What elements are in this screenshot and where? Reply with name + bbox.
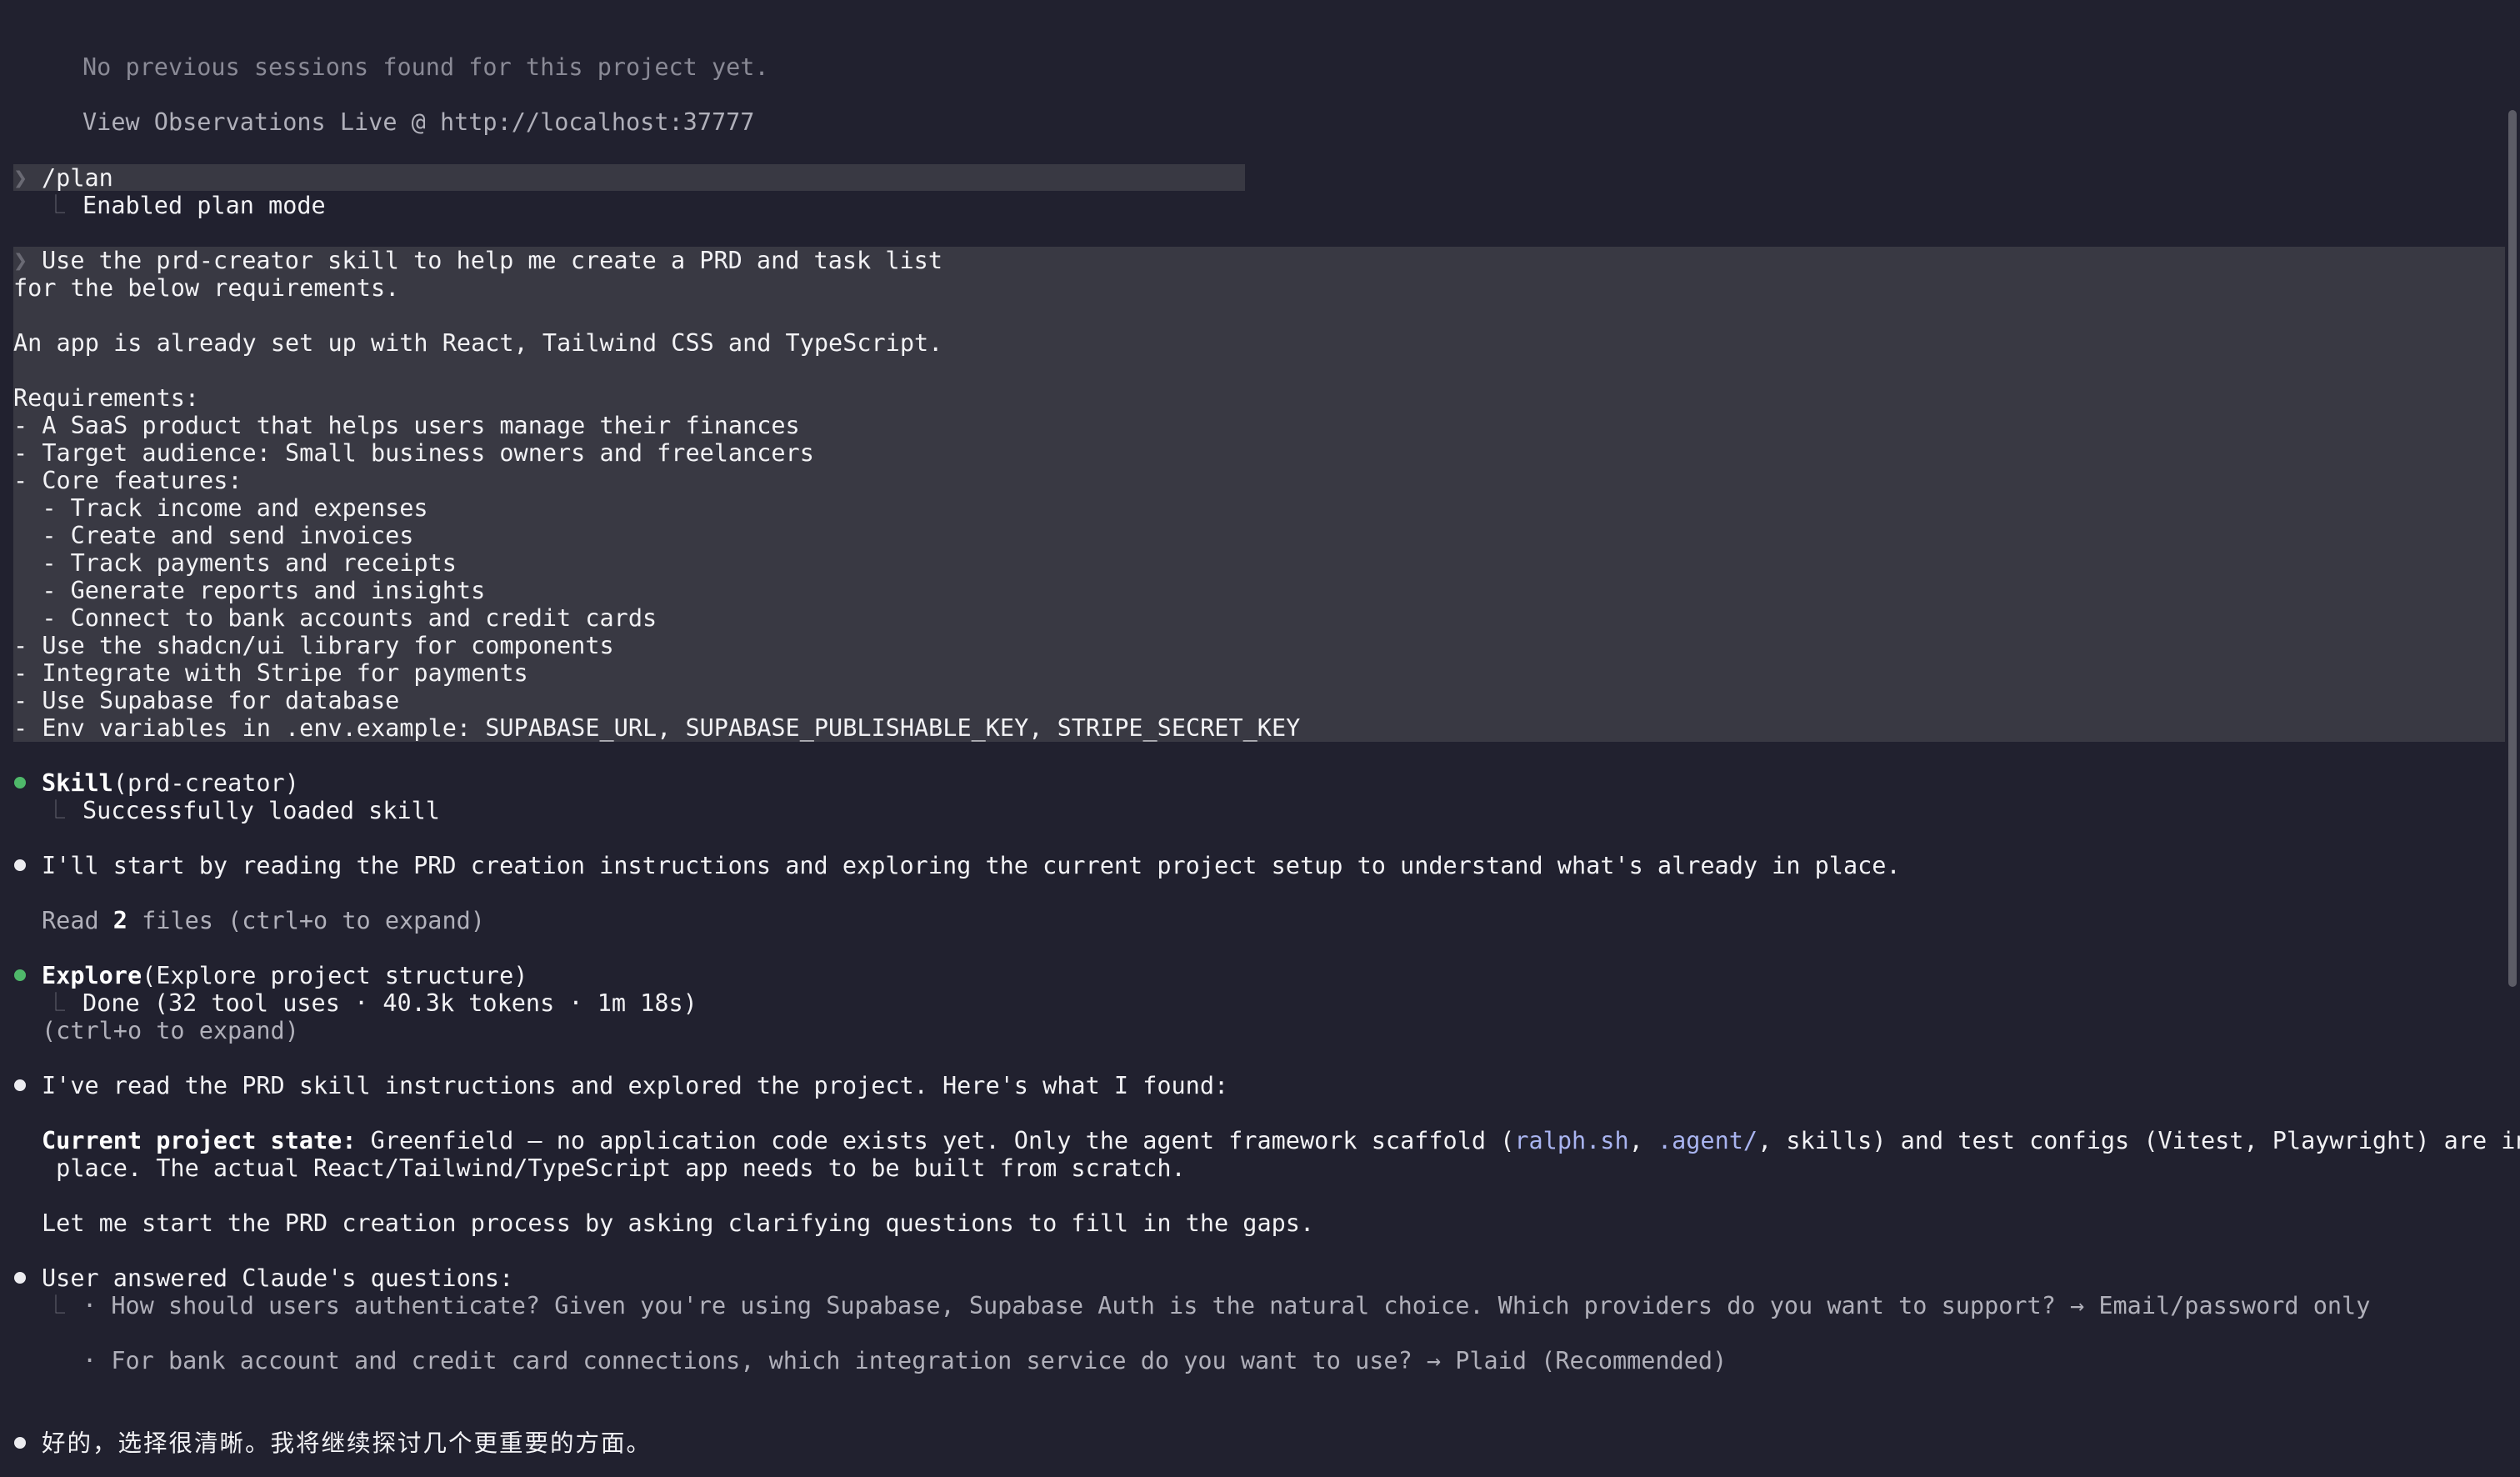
user-prompt-line: - Track payments and receipts	[13, 549, 457, 577]
message-dot-icon	[14, 1079, 26, 1091]
user-prompt-line: - A SaaS product that helps users manage…	[13, 412, 800, 439]
observations-text: View Observations Live @ http://localhos…	[82, 108, 755, 136]
user-prompt-line: - Env variables in .env.example: SUPABAS…	[13, 714, 1301, 742]
expand-hint[interactable]: (ctrl+o to expand)	[42, 1017, 299, 1044]
skill-call: Skill(prd-creator)	[42, 769, 299, 797]
message-dot-icon	[14, 1272, 26, 1284]
assistant-message: Let me start the PRD creation process by…	[42, 1209, 1315, 1237]
success-dot-icon	[14, 969, 26, 981]
user-prompt-line: - Use Supabase for database	[13, 687, 400, 714]
message-dot-icon	[14, 1437, 26, 1449]
agent-dir-link[interactable]: .agent/	[1658, 1127, 1758, 1154]
project-state-line: Current project state: Greenfield — no a…	[42, 1127, 2520, 1154]
tool-arg: (Explore project structure)	[142, 962, 528, 989]
prompt-chevron-icon: ❯	[13, 247, 28, 274]
user-prompt-line: for the below requirements.	[13, 274, 400, 302]
plan-mode-result: Enabled plan mode	[82, 192, 326, 219]
project-state-label: Current project state:	[42, 1127, 357, 1154]
elbow-icon: ⎿	[47, 195, 66, 216]
elbow-icon: ⎿	[47, 800, 66, 821]
tool-name: Explore	[42, 962, 142, 989]
question-answer: · How should users authenticate? Given y…	[82, 1292, 2371, 1319]
project-state-text: , skills) and test configs (Vitest, Play…	[1758, 1127, 2520, 1154]
questions-title: User answered Claude's questions:	[42, 1264, 514, 1292]
user-prompt-line: - Generate reports and insights	[13, 577, 486, 604]
terminal-window: No previous sessions found for this proj…	[0, 0, 2520, 1477]
question-answer: · For bank account and credit card conne…	[82, 1347, 1728, 1374]
assistant-message: I've read the PRD skill instructions and…	[42, 1072, 1229, 1099]
user-prompt-line: Use the prd-creator skill to help me cre…	[42, 247, 942, 274]
scrollbar-thumb[interactable]	[2508, 110, 2517, 987]
user-prompt-line: Requirements:	[13, 384, 200, 412]
read-files-count: 2	[112, 907, 128, 934]
plan-command: /plan	[42, 164, 113, 192]
assistant-message: 好的，选择很清晰。我将继续探讨几个更重要的方面。	[42, 1429, 652, 1457]
user-prompt-line: An app is already set up with React, Tai…	[13, 329, 943, 357]
read-files-summary[interactable]: Read 2 files (ctrl+o to expand)	[42, 907, 485, 934]
assistant-message: I'll start by reading the PRD creation i…	[42, 852, 1901, 879]
ralph-link[interactable]: ralph.sh	[1514, 1127, 1628, 1154]
skill-result: Successfully loaded skill	[82, 797, 440, 824]
user-prompt-line: - Core features:	[13, 467, 242, 494]
elbow-icon: ⎿	[47, 993, 66, 1014]
user-prompt-line: - Track income and expenses	[13, 494, 428, 522]
no-sessions-text: No previous sessions found for this proj…	[82, 53, 769, 81]
message-dot-icon	[14, 859, 26, 871]
explore-call: Explore(Explore project structure)	[42, 962, 528, 989]
explore-result: Done (32 tool uses · 40.3k tokens · 1m 1…	[82, 989, 698, 1017]
project-state-text: Greenfield — no application code exists …	[356, 1127, 1515, 1154]
project-state-continuation: place. The actual React/Tailwind/TypeScr…	[42, 1154, 1186, 1182]
success-dot-icon	[14, 777, 26, 789]
read-files-suffix: files (ctrl+o to expand)	[127, 907, 485, 934]
user-prompt-line: - Integrate with Stripe for payments	[13, 659, 528, 687]
tool-name: Skill	[42, 769, 113, 797]
plan-command-highlight	[13, 164, 1245, 191]
elbow-icon: ⎿	[47, 1295, 66, 1316]
user-prompt-line: - Create and send invoices	[13, 522, 414, 549]
user-prompt-line: - Connect to bank accounts and credit ca…	[13, 604, 658, 632]
user-prompt-line: - Target audience: Small business owners…	[13, 439, 814, 467]
prompt-chevron-icon: ❯	[13, 164, 28, 192]
separator-text: ,	[1628, 1127, 1658, 1154]
tool-arg: (prd-creator)	[112, 769, 299, 797]
user-prompt-line: - Use the shadcn/ui library for componen…	[13, 632, 614, 659]
read-files-prefix: Read	[42, 907, 113, 934]
